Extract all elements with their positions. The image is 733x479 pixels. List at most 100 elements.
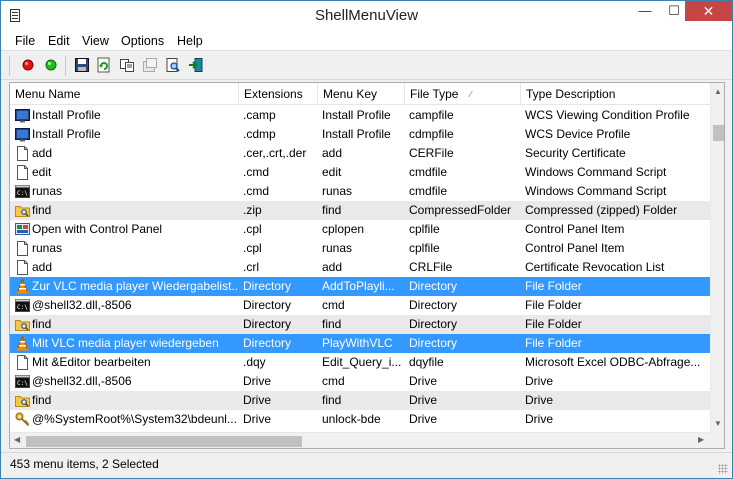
exit-icon[interactable] <box>188 57 204 73</box>
folder-search-icon <box>15 393 30 408</box>
cell-type-description: Certificate Revocation List <box>525 260 665 274</box>
cell-menu-key: Install Profile <box>322 127 391 141</box>
table-row[interactable]: Open with Control Panel .cpl cplopen cplfil… <box>10 220 710 239</box>
find-icon[interactable] <box>165 57 181 73</box>
menu-edit[interactable]: Edit <box>48 34 70 48</box>
table-row[interactable]: Install Profile .cdmp Install Profile cdmpf… <box>10 125 710 144</box>
title-bar[interactable]: ShellMenuView — ☐ ✕ <box>1 1 732 31</box>
cell-extensions: Drive <box>243 393 272 407</box>
svg-text:C:\: C:\ <box>17 190 28 197</box>
menu-options[interactable]: Options <box>121 34 164 48</box>
cell-extensions: Drive <box>243 374 272 388</box>
cell-menu-name: add <box>32 260 53 274</box>
table-row[interactable]: @%SystemRoot%\System32\bdeunl... Drive unl… <box>10 410 710 429</box>
table-row[interactable]: C:\ runas .cmd runas cmdfile Windows Command … <box>10 182 710 201</box>
cell-type-description: Drive <box>525 374 554 388</box>
cell-extensions: .cer,.crt,.der <box>243 146 307 160</box>
cell-file-type: cmdfile <box>409 184 448 198</box>
toolbar <box>1 52 732 80</box>
cell-file-type: Drive <box>409 393 438 407</box>
close-button[interactable]: ✕ <box>685 1 732 21</box>
cell-extensions: .cmd <box>243 184 270 198</box>
scroll-right-icon[interactable]: ▶ <box>698 435 704 444</box>
table-row[interactable]: find Drive find Drive Drive <box>10 391 710 410</box>
menu-help[interactable]: Help <box>177 34 203 48</box>
vertical-scrollbar[interactable]: ▲ ▼ <box>710 83 724 432</box>
key-icon <box>15 412 30 427</box>
scroll-down-icon[interactable]: ▼ <box>714 419 722 428</box>
cell-file-type: CRLFile <box>409 260 453 274</box>
cell-type-description: Control Panel Item <box>525 222 625 236</box>
menu-file[interactable]: File <box>15 34 35 48</box>
cell-menu-key: add <box>322 260 343 274</box>
column-header-type-description[interactable]: Type Description <box>521 83 710 105</box>
cell-file-type: Directory <box>409 317 458 331</box>
cell-extensions: Drive <box>243 412 272 426</box>
cell-extensions: .cpl <box>243 241 262 255</box>
save-icon[interactable] <box>74 57 90 73</box>
table-row[interactable]: find Directory find Directory File Folder <box>10 315 710 334</box>
disable-green-icon[interactable] <box>43 57 59 73</box>
control-panel-icon <box>15 222 30 237</box>
cell-type-description: WCS Device Profile <box>525 127 631 141</box>
cell-extensions: Directory <box>243 317 292 331</box>
table-row[interactable]: edit .cmd edit cmdfile Windows Command Scrip… <box>10 163 710 182</box>
table-row[interactable]: Install Profile .camp Install Profile campf… <box>10 106 710 125</box>
cell-menu-key: find <box>322 203 342 217</box>
status-text: 453 menu items, 2 Selected <box>10 457 159 471</box>
properties-icon[interactable] <box>142 57 158 73</box>
cell-menu-name: @%SystemRoot%\System32\bdeunl... <box>32 412 237 426</box>
cell-file-type: CERFile <box>409 146 454 160</box>
refresh-icon[interactable] <box>96 57 112 73</box>
table-row[interactable]: runas .cpl runas cplfile Control Panel Item <box>10 239 710 258</box>
horizontal-scroll-thumb[interactable] <box>26 436 302 447</box>
cell-extensions: Directory <box>243 298 292 312</box>
cell-menu-name: Install Profile <box>32 127 101 141</box>
table-row[interactable]: Zur VLC media player Wiedergabelist... Di… <box>10 277 710 296</box>
table-row[interactable]: Mit VLC media player wiedergeben Director… <box>10 334 710 353</box>
vlc-icon <box>15 335 30 351</box>
horizontal-scrollbar[interactable]: ◀ ▶ <box>10 432 710 448</box>
column-header-menu-name[interactable]: Menu Name <box>10 83 239 105</box>
profile-icon <box>15 108 30 123</box>
document-icon <box>15 355 30 370</box>
cell-menu-key: PlayWithVLC <box>322 336 393 350</box>
table-row[interactable]: C:\ @shell32.dll,-8506 Directory cmd Directo… <box>10 296 710 315</box>
cell-menu-name: find <box>32 393 52 407</box>
cell-menu-key: cmd <box>322 298 345 312</box>
console-icon: C:\ <box>15 374 30 389</box>
cell-type-description: Windows Command Script <box>525 184 667 198</box>
menu-view[interactable]: View <box>82 34 109 48</box>
vertical-scroll-thumb[interactable] <box>713 125 724 141</box>
column-header-file-type[interactable]: File Type <box>405 83 521 105</box>
cell-extensions: .dqy <box>243 355 266 369</box>
cell-extensions: .crl <box>243 260 259 274</box>
table-row[interactable]: C:\ @shell32.dll,-8506 Drive cmd Drive Drive <box>10 372 710 391</box>
cell-file-type: Directory <box>409 336 458 350</box>
resize-grip-icon[interactable] <box>718 464 728 474</box>
cell-extensions: .cmd <box>243 165 270 179</box>
table-row[interactable]: add .cer,.crt,.der add CERFile Security Cert… <box>10 144 710 163</box>
table-row[interactable]: Mit &Editor bearbeiten .dqy Edit_Query_i..… <box>10 353 710 372</box>
cell-type-description: WCS Viewing Condition Profile <box>525 108 690 122</box>
enable-red-icon[interactable] <box>20 57 36 73</box>
console-icon: C:\ <box>15 184 30 199</box>
table-row[interactable]: add .crl add CRLFile Certificate Revocation … <box>10 258 710 277</box>
scroll-up-icon[interactable]: ▲ <box>714 87 722 96</box>
column-header-menu-key[interactable]: Menu Key <box>318 83 405 105</box>
scroll-left-icon[interactable]: ◀ <box>14 435 20 444</box>
sort-ascending-icon: ∕ <box>470 89 472 99</box>
cell-file-type: cmdfile <box>409 165 448 179</box>
table-row[interactable]: find .zip find CompressedFolder Compressed (… <box>10 201 710 220</box>
cell-extensions: .camp <box>243 108 276 122</box>
column-header-extensions[interactable]: Extensions <box>239 83 318 105</box>
menu-items-list[interactable]: Menu Name Extensions Menu Key File Type … <box>9 82 725 449</box>
cell-file-type: campfile <box>409 108 454 122</box>
cell-menu-key: Edit_Query_i... <box>322 355 402 369</box>
cell-menu-key: unlock-bde <box>322 412 381 426</box>
cell-type-description: Compressed (zipped) Folder <box>525 203 678 217</box>
cell-menu-name: @shell32.dll,-8506 <box>32 298 132 312</box>
list-header: Menu Name Extensions Menu Key File Type … <box>10 83 710 105</box>
profile-icon <box>15 127 30 142</box>
copy-icon[interactable] <box>119 57 135 73</box>
